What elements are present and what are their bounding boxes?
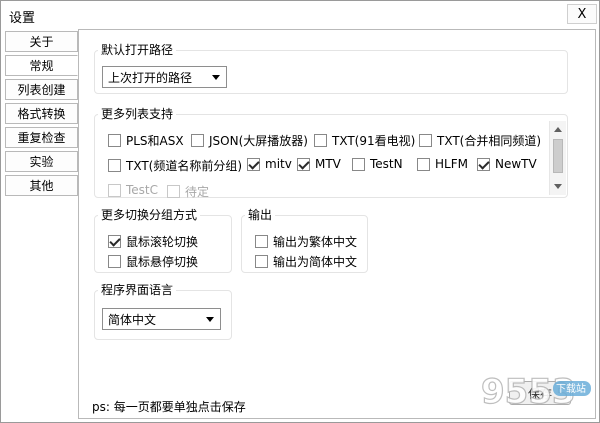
- checkbox-box[interactable]: [255, 235, 268, 248]
- checkbox-label: TestC: [126, 183, 159, 197]
- watermark-sub: 下载站: [556, 382, 586, 395]
- site-watermark-logo: 9553 下载站: [480, 371, 591, 413]
- checkbox-box[interactable]: [255, 255, 268, 268]
- sidebar-item-general[interactable]: 常规: [5, 55, 78, 76]
- chevron-down-icon: [212, 75, 220, 80]
- checkbox-box[interactable]: [247, 157, 260, 171]
- checkbox-box[interactable]: [108, 159, 121, 172]
- checkbox-box[interactable]: [108, 134, 121, 147]
- checkbox-mitv[interactable]: mitv: [247, 157, 292, 171]
- sidebar-item-format-convert[interactable]: 格式转换: [5, 103, 78, 124]
- window-title: 设置: [9, 11, 36, 26]
- checkbox-box[interactable]: [297, 157, 310, 171]
- close-button[interactable]: X: [567, 4, 597, 24]
- checkbox-hlfm[interactable]: HLFM: [417, 157, 468, 171]
- checkbox-label: HLFM: [435, 157, 468, 171]
- default-path-legend: 默认打开路径: [98, 43, 177, 57]
- title-bar: 设置 X: [1, 1, 599, 27]
- settings-window: 设置 X 关于 常规 列表创建 格式转换 重复检查 实验 其他 默认打开路径 上…: [0, 0, 600, 423]
- sidebar-item-other[interactable]: 其他: [5, 175, 78, 196]
- checkbox-testn[interactable]: TestN: [352, 157, 403, 171]
- checkbox-label: 待定: [185, 185, 210, 199]
- default-path-value: 上次打开的路径: [108, 70, 193, 85]
- switch-group-legend: 更多切换分组方式: [98, 208, 201, 222]
- default-path-dropdown[interactable]: 上次打开的路径: [102, 66, 227, 88]
- checkbox-label: 鼠标滚轮切换: [126, 235, 199, 249]
- language-dropdown[interactable]: 简体中文: [102, 308, 221, 330]
- checkbox-testc: TestC: [108, 183, 158, 197]
- scroll-up-icon[interactable]: [554, 127, 562, 132]
- checkbox-pending: 待定: [167, 183, 209, 200]
- checkbox-wheel-switch[interactable]: 鼠标滚轮切换: [108, 233, 198, 250]
- scroll-down-icon[interactable]: [554, 184, 562, 189]
- checkbox-output-simplified[interactable]: 输出为简体中文: [255, 253, 357, 270]
- checkbox-hover-switch[interactable]: 鼠标悬停切换: [108, 253, 198, 270]
- checkbox-box[interactable]: [417, 157, 430, 171]
- checkbox-box[interactable]: [108, 255, 121, 268]
- checkbox-label: NewTV: [495, 157, 537, 171]
- checkbox-label: TXT(合并相同频道): [437, 134, 542, 148]
- checkbox-box[interactable]: [352, 157, 365, 171]
- checkbox-label: 输出为繁体中文: [273, 235, 358, 249]
- checkbox-box[interactable]: [477, 157, 490, 171]
- checkbox-output-traditional[interactable]: 输出为繁体中文: [255, 233, 357, 250]
- checkbox-label: mitv: [265, 157, 292, 171]
- chevron-down-icon: [206, 317, 214, 322]
- checkbox-box[interactable]: [108, 235, 121, 248]
- checkbox-json[interactable]: JSON(大屏播放器): [191, 132, 308, 149]
- language-value: 简体中文: [108, 312, 157, 327]
- sidebar: 关于 常规 列表创建 格式转换 重复检查 实验 其他: [5, 31, 78, 199]
- checkbox-label: TXT(频道名称前分组): [126, 159, 243, 173]
- checkbox-label: 鼠标悬停切换: [126, 255, 199, 269]
- checkbox-txt-91[interactable]: TXT(91看电视): [314, 132, 415, 149]
- more-lists-legend: 更多列表支持: [98, 107, 177, 121]
- checkbox-pls-asx[interactable]: PLS和ASX: [108, 132, 184, 149]
- checkbox-label: 输出为简体中文: [273, 255, 358, 269]
- checkbox-box[interactable]: [191, 134, 204, 147]
- sidebar-item-experiment[interactable]: 实验: [5, 151, 78, 172]
- checkbox-label: JSON(大屏播放器): [209, 134, 308, 148]
- more-lists-scrollbar[interactable]: [549, 121, 566, 195]
- checkbox-box: [167, 185, 180, 198]
- more-lists-group: [94, 114, 568, 198]
- sidebar-item-duplicate-check[interactable]: 重复检查: [5, 127, 78, 148]
- checkbox-txt-group-prefix[interactable]: TXT(频道名称前分组): [108, 157, 242, 174]
- sidebar-item-list-create[interactable]: 列表创建: [5, 79, 78, 100]
- language-legend: 程序界面语言: [98, 283, 177, 297]
- checkbox-box[interactable]: [419, 134, 432, 147]
- sidebar-item-about[interactable]: 关于: [5, 31, 78, 52]
- checkbox-box[interactable]: [314, 134, 327, 147]
- checkbox-label: PLS和ASX: [126, 134, 184, 148]
- scroll-thumb[interactable]: [553, 139, 563, 173]
- save-note: ps: 每一页都要单独点击保存: [92, 400, 246, 414]
- checkbox-txt-merge[interactable]: TXT(合并相同频道): [419, 132, 541, 149]
- checkbox-box: [108, 183, 121, 197]
- checkbox-newtv[interactable]: NewTV: [477, 157, 537, 171]
- output-legend: 输出: [245, 208, 276, 222]
- checkbox-mtv[interactable]: MTV: [297, 157, 341, 171]
- checkbox-label: TXT(91看电视): [332, 134, 416, 148]
- checkbox-label: MTV: [315, 157, 341, 171]
- checkbox-label: TestN: [370, 157, 403, 171]
